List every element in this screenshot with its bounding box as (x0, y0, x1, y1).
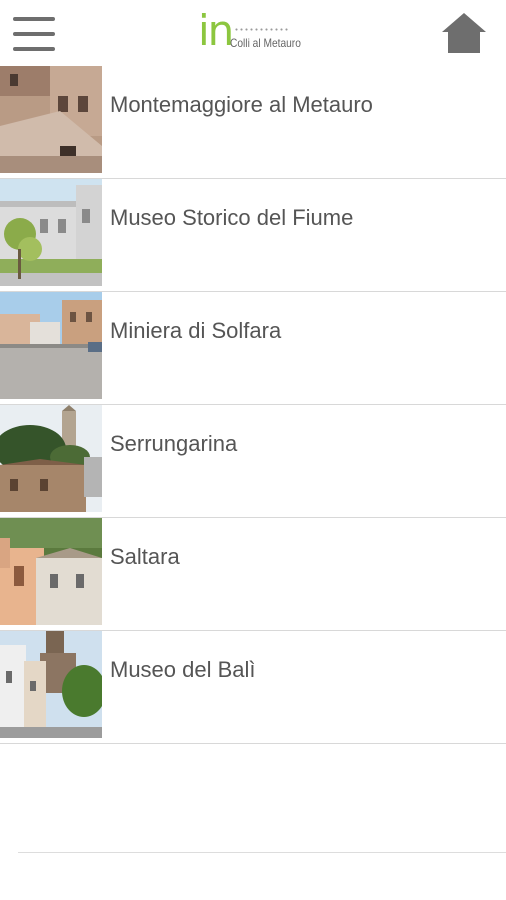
list-item[interactable]: Miniera di Solfara (0, 292, 506, 405)
list-item[interactable]: Montemaggiore al Metauro (0, 66, 506, 179)
top-bar: in Colli al Metauro (0, 0, 506, 66)
hamburger-menu-icon[interactable] (13, 15, 55, 53)
place-name: Museo del Balì (110, 657, 256, 682)
menu-line (13, 47, 55, 51)
place-name: Serrungarina (110, 431, 238, 456)
place-thumbnail (0, 405, 102, 512)
place-thumbnail (0, 518, 102, 625)
place-thumbnail (0, 66, 102, 173)
list-item[interactable]: Museo Storico del Fiume (0, 179, 506, 292)
logo-subtitle: Colli al Metauro (230, 36, 301, 50)
menu-line (13, 17, 55, 21)
menu-line (13, 32, 55, 36)
logo-dots (234, 28, 290, 31)
list-item[interactable]: Museo del Balì (0, 631, 506, 744)
place-thumbnail (0, 292, 102, 399)
home-icon[interactable] (440, 12, 488, 54)
divider (0, 743, 506, 744)
places-list: Montemaggiore al Metauro Museo Storico d… (0, 66, 506, 744)
logo-main: in (198, 6, 234, 55)
place-thumbnail (0, 179, 102, 286)
list-item[interactable]: Serrungarina (0, 405, 506, 518)
place-name: Montemaggiore al Metauro (110, 92, 373, 117)
list-item[interactable]: Saltara (0, 518, 506, 631)
place-name: Museo Storico del Fiume (110, 205, 354, 230)
place-name: Miniera di Solfara (110, 318, 282, 343)
app-logo: in Colli al Metauro (198, 10, 318, 58)
bottom-divider (18, 852, 506, 853)
place-thumbnail (0, 631, 102, 738)
place-name: Saltara (110, 544, 180, 569)
